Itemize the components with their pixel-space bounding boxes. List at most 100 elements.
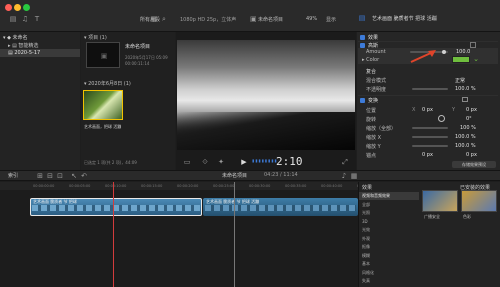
date-section-label: 2020年6月8日 xyxy=(88,81,123,87)
skimmer xyxy=(234,182,235,287)
playhead[interactable] xyxy=(113,182,114,287)
video-inspector-icon[interactable]: ▤ xyxy=(358,14,366,22)
select-tool-icon[interactable]: ↖ xyxy=(70,172,78,180)
color-label-text: Color xyxy=(366,57,380,63)
zoom-dropdown[interactable]: 49% xyxy=(306,16,322,22)
anchor-x-value[interactable]: 0 px xyxy=(422,152,442,158)
clip-2-filmstrip xyxy=(205,205,356,211)
amount-value[interactable]: 100.0 xyxy=(456,49,486,55)
position-x-value[interactable]: 0 px xyxy=(422,107,442,113)
rotation-dial-icon[interactable] xyxy=(438,115,445,122)
project-duration: 00:00:11:14 xyxy=(125,61,150,66)
opacity-slider-track[interactable] xyxy=(412,88,448,90)
library-item[interactable]: ▾ ◆ 未命名 xyxy=(3,34,73,41)
color-swatch[interactable] xyxy=(452,56,470,63)
effects-category-item[interactable]: 全部 xyxy=(359,201,419,209)
color-label[interactable]: ▸ Color xyxy=(362,57,402,63)
scale-x-slider[interactable] xyxy=(412,136,448,138)
amount-slider-knob[interactable] xyxy=(442,50,446,54)
zoom-window-button[interactable] xyxy=(23,4,30,11)
position-y-label: Y xyxy=(452,107,456,113)
position-y-value[interactable]: 0 px xyxy=(466,107,486,113)
photos-icon[interactable]: ♫ xyxy=(20,15,30,23)
browser-status: 已选定 1 项(共 2 项)，44:09 xyxy=(84,160,137,165)
blend-mode-dropdown[interactable]: 正常 xyxy=(455,77,485,84)
effects-checkbox[interactable] xyxy=(360,35,365,40)
clip-1-filmstrip xyxy=(32,205,200,211)
scale-all-slider[interactable] xyxy=(412,127,448,129)
date-count: (1) xyxy=(123,81,131,87)
viewer-landscape xyxy=(177,112,355,150)
minimize-window-button[interactable] xyxy=(14,4,21,11)
position-label: 位置 xyxy=(366,108,377,114)
effects-category-item[interactable]: 基本 xyxy=(359,260,419,268)
date-section-header[interactable]: ▾ 2020年6月8日 (1) xyxy=(84,80,172,87)
clip-thumbnail[interactable] xyxy=(83,90,123,120)
play-button[interactable]: ▶ xyxy=(240,158,248,166)
ruler-label: 00:00:40:00 xyxy=(321,184,343,188)
effects-category-item[interactable]: 光效 xyxy=(359,226,419,234)
scale-y-value[interactable]: 100.0 % xyxy=(455,143,491,149)
project-name: 未命名项目 xyxy=(125,44,151,50)
effect-1-label: 广播安全 xyxy=(424,214,440,219)
library-icon[interactable]: ▤ xyxy=(8,15,18,23)
close-window-button[interactable] xyxy=(5,4,12,11)
append-clip-icon[interactable]: ⊡ xyxy=(56,172,64,180)
effects-category-item[interactable]: 抠像 xyxy=(359,243,419,251)
transform-checkbox[interactable] xyxy=(360,98,365,103)
effect-thumbnail-2[interactable] xyxy=(461,190,497,212)
project-section-header[interactable]: ▾ 项目 (1) xyxy=(84,34,164,41)
scale-x-value[interactable]: 100.0 % xyxy=(455,134,491,140)
effects-category-item[interactable]: 3D xyxy=(359,218,419,226)
enhance-icon[interactable]: ✦ xyxy=(216,158,226,166)
insert-clip-icon[interactable]: ⊟ xyxy=(46,172,54,180)
anchor-y-value[interactable]: 0 px xyxy=(466,152,486,158)
effects-category-item[interactable]: 光照 xyxy=(359,209,419,217)
scale-x-label: 缩放 X xyxy=(366,135,382,141)
scale-y-slider[interactable] xyxy=(412,145,448,147)
project-film-icon: ▣ xyxy=(100,52,108,60)
scale-y-label: 缩放 Y xyxy=(366,144,381,150)
project-thumbnail[interactable]: ▣ xyxy=(86,42,120,68)
crop-tools-icon[interactable]: ⟐ xyxy=(200,158,210,166)
timeline-project-name: 未命名项目 xyxy=(222,173,248,179)
transform-overlay-icon[interactable] xyxy=(462,97,468,102)
effects-category-item[interactable]: 外观 xyxy=(359,235,419,243)
ruler-label: 00:00:10:00 xyxy=(105,184,127,188)
annotation-arrow-icon xyxy=(410,50,436,63)
smart-collection-item[interactable]: ▸ ▤ 智能精选 xyxy=(8,42,78,49)
library-filter-dropdown[interactable]: 所有片段 xyxy=(140,16,178,23)
inspector-title: 艺术画面 脆质者节 把球 活蹦 xyxy=(372,16,437,22)
scale-all-value[interactable]: 100 % xyxy=(460,125,488,131)
event-name: 2020-5-17 xyxy=(14,50,41,56)
opacity-value[interactable]: 100.0 % xyxy=(455,86,491,92)
titles-icon[interactable]: T xyxy=(32,15,42,23)
rotation-value[interactable]: 0° xyxy=(466,116,486,122)
effects-category-item[interactable]: 视频和音频效果 xyxy=(359,192,419,200)
connect-clip-icon[interactable]: ⊞ xyxy=(36,172,44,180)
search-icon[interactable]: ⌕ xyxy=(160,15,168,23)
clip-appearance-icon[interactable]: ▦ xyxy=(350,172,358,180)
filmstrip-icon[interactable]: ▦ xyxy=(150,15,158,23)
index-button[interactable]: 索引 xyxy=(8,172,28,179)
audio-skimming-icon[interactable]: ♪ xyxy=(340,172,348,180)
event-item[interactable]: ▤ 2020-5-17 xyxy=(8,50,78,56)
effects-category-item[interactable]: 失真 xyxy=(359,277,419,285)
composite-section-label: 复合 xyxy=(366,69,377,75)
transform-section-label: 变换 xyxy=(368,98,379,104)
save-effects-preset-button[interactable]: 存储效果预设 xyxy=(452,161,496,168)
timecode-display: 2:10 xyxy=(276,155,303,168)
position-x-label: X xyxy=(412,107,416,113)
view-options-icon[interactable]: ▭ xyxy=(182,158,192,166)
rotation-label: 旋转 xyxy=(366,117,377,123)
fullscreen-icon[interactable]: ⤢ xyxy=(340,158,350,166)
effect-thumbnail-1[interactable] xyxy=(422,190,458,212)
ruler-label: 00:00:15:00 xyxy=(141,184,163,188)
amount-label: Amount xyxy=(366,49,386,55)
effects-section-label: 效果 xyxy=(368,35,379,41)
effects-category-item[interactable]: 模糊 xyxy=(359,252,419,260)
effects-category-item[interactable]: 风格化 xyxy=(359,269,419,277)
eyedropper-icon[interactable]: ⌄ xyxy=(473,55,479,63)
undo-icon[interactable]: ↶ xyxy=(80,172,88,180)
view-dropdown[interactable]: 显示 xyxy=(326,16,342,23)
